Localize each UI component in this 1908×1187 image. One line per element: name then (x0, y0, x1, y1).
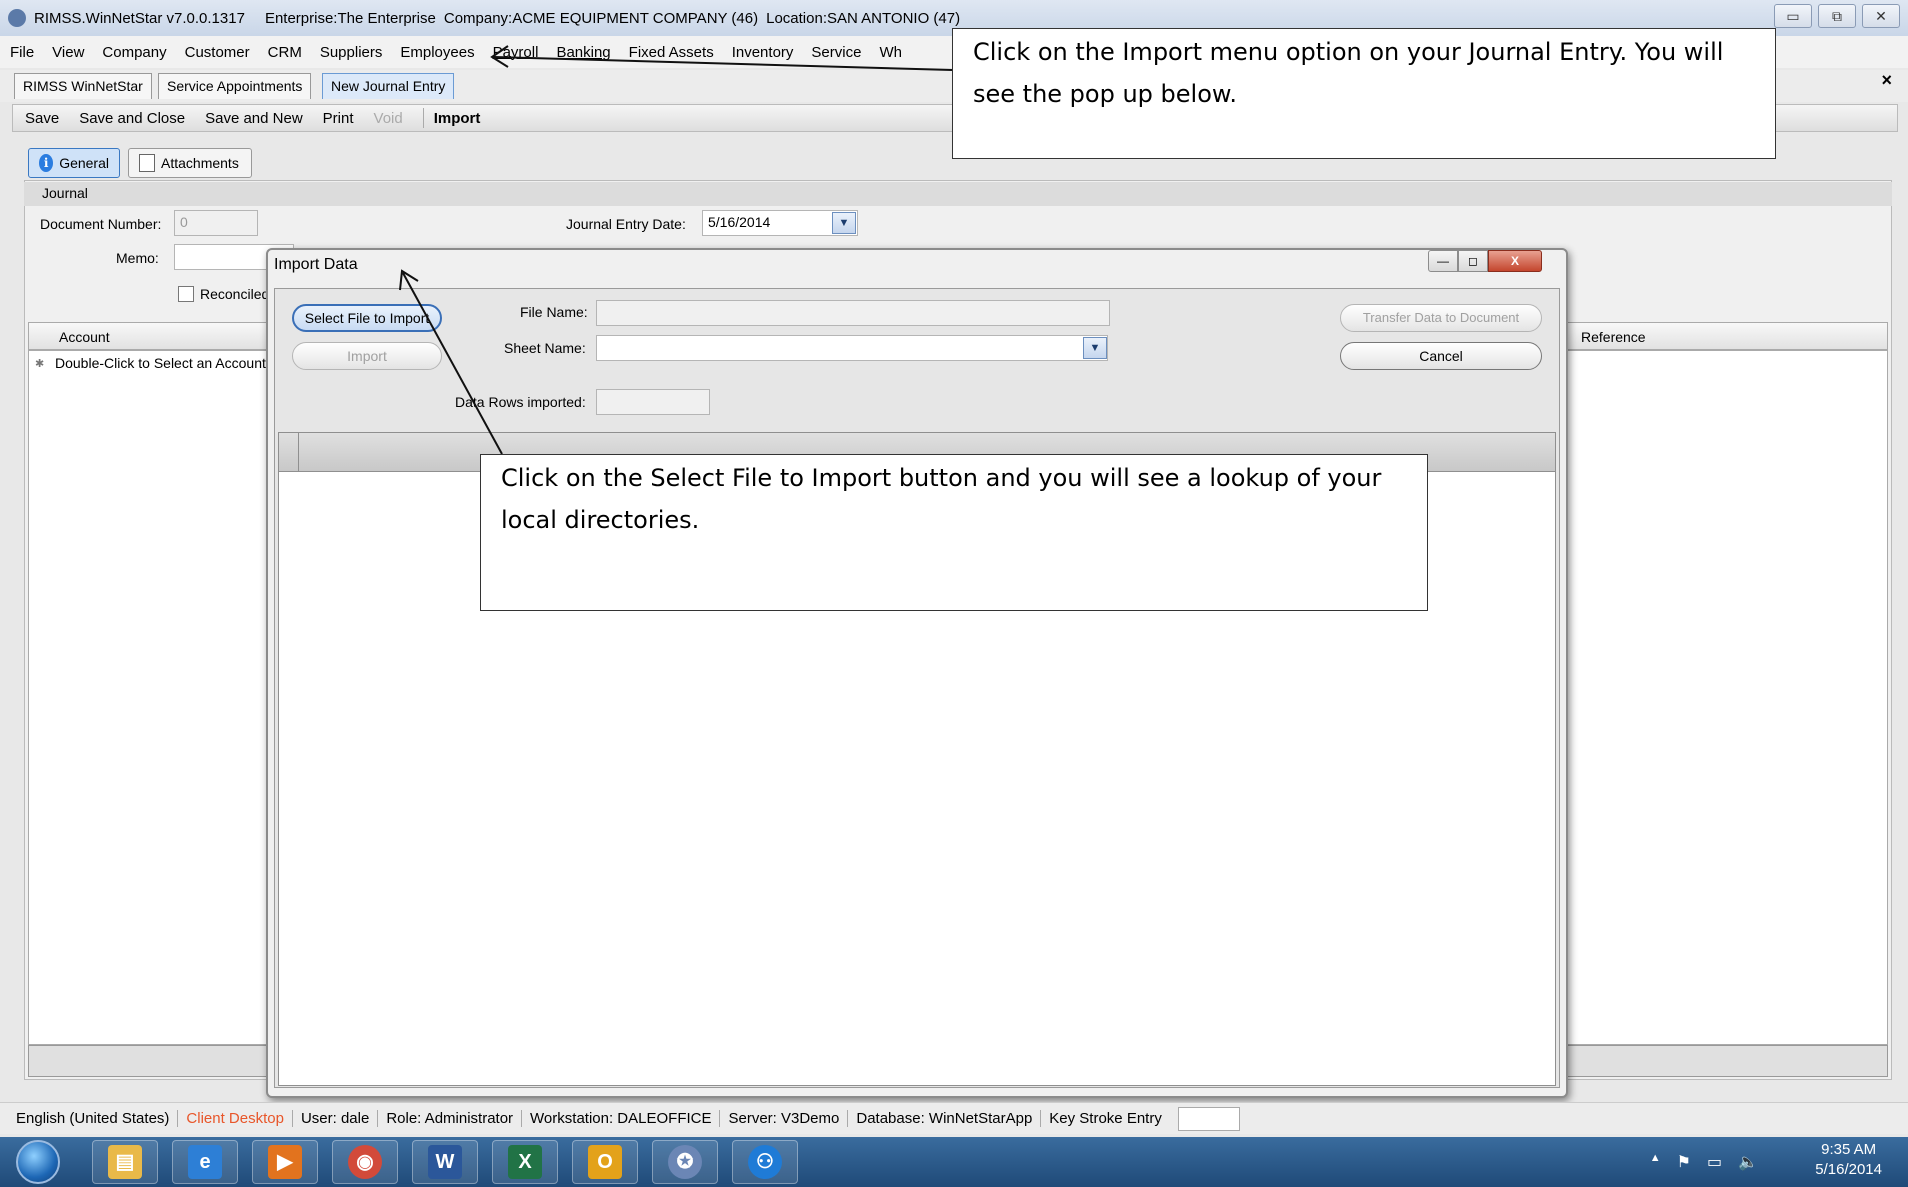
status-mode: Client Desktop (186, 1110, 293, 1127)
clock[interactable]: 9:35 AM 5/16/2014 (1815, 1140, 1882, 1180)
keystroke-entry-box[interactable] (1177, 1106, 1240, 1131)
winnetstar-icon: ✪ (668, 1145, 702, 1179)
outlook-icon: O (588, 1145, 622, 1179)
taskbar-internet-explorer[interactable]: e (172, 1140, 238, 1184)
status-database: Database: WinNetStarApp (856, 1110, 1042, 1127)
status-bar: English (United States) Client Desktop U… (0, 1102, 1908, 1134)
taskbar-chrome[interactable]: ◉ (332, 1140, 398, 1184)
show-hidden-icons-icon[interactable]: ▲ (1650, 1152, 1661, 1172)
status-user: User: dale (301, 1110, 379, 1127)
taskbar-media-app[interactable]: ▶ (252, 1140, 318, 1184)
taskbar-winnetstar[interactable]: ✪ (652, 1140, 718, 1184)
select-file-arrow-head (399, 269, 419, 291)
status-role: Role: Administrator (386, 1110, 523, 1127)
system-tray: ▲ ⚑ ▭ 🔈 (1650, 1152, 1758, 1172)
media-app-icon: ▶ (268, 1145, 302, 1179)
select-file-callout: Click on the Select File to Import butto… (480, 454, 1428, 611)
status-workstation: Workstation: DALEOFFICE (530, 1110, 721, 1127)
clock-time: 9:35 AM (1821, 1141, 1877, 1158)
start-button[interactable] (16, 1140, 60, 1184)
volume-icon[interactable]: 🔈 (1738, 1152, 1758, 1172)
app-circle-icon: ⚇ (748, 1145, 782, 1179)
import-arrow-line (493, 56, 953, 71)
chrome-icon: ◉ (348, 1145, 382, 1179)
action-center-icon[interactable]: ⚑ (1677, 1152, 1691, 1172)
taskbar-excel[interactable]: X (492, 1140, 558, 1184)
taskbar-outlook[interactable]: O (572, 1140, 638, 1184)
taskbar-file-explorer[interactable]: ▤ (92, 1140, 158, 1184)
status-keystroke: Key Stroke Entry (1049, 1110, 1162, 1127)
select-file-arrow-line (402, 272, 503, 455)
status-language: English (United States) (16, 1110, 179, 1127)
network-icon[interactable]: ▭ (1707, 1152, 1722, 1172)
word-icon: W (428, 1145, 462, 1179)
taskbar-word[interactable]: W (412, 1140, 478, 1184)
taskbar-app-circle[interactable]: ⚇ (732, 1140, 798, 1184)
internet-explorer-icon: e (188, 1145, 222, 1179)
clock-date: 5/16/2014 (1815, 1161, 1882, 1178)
file-explorer-icon: ▤ (108, 1145, 142, 1179)
excel-icon: X (508, 1145, 542, 1179)
status-server: Server: V3Demo (728, 1110, 849, 1127)
import-menu-callout: Click on the Import menu option on your … (952, 28, 1776, 159)
